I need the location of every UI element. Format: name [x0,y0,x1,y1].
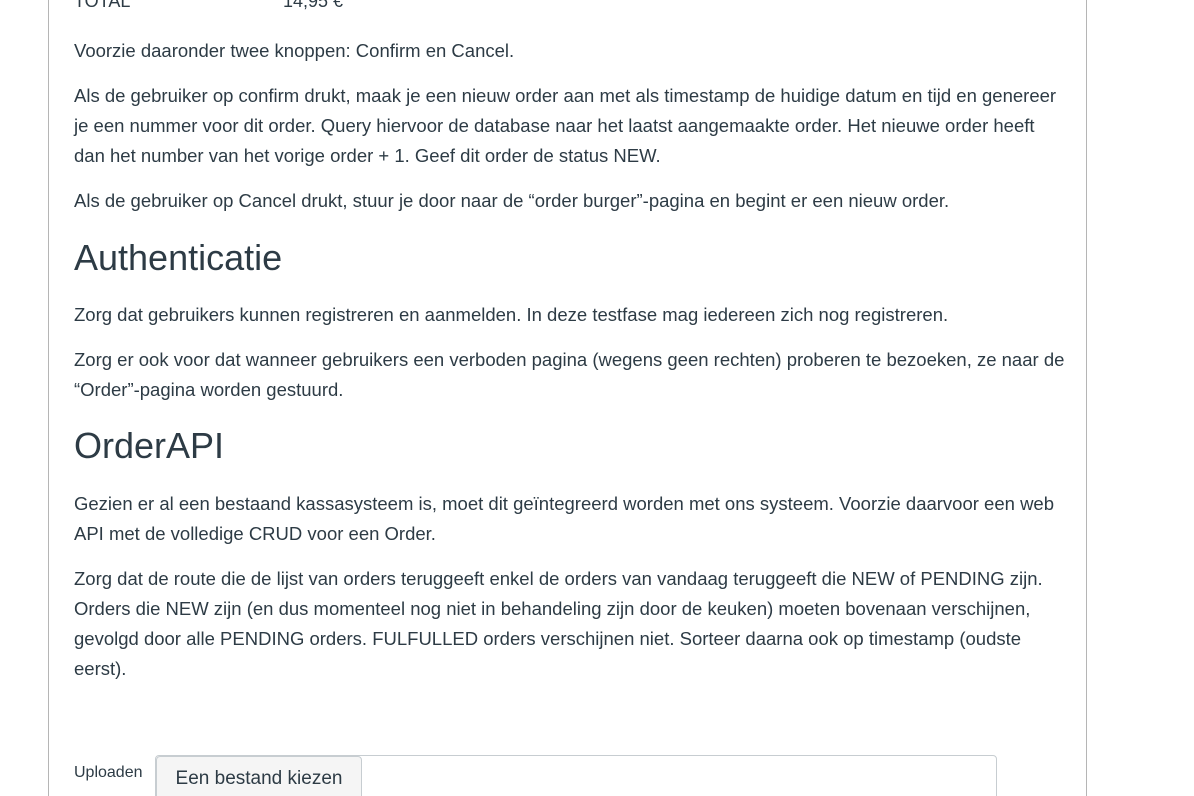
paragraph-cancel: Als de gebruiker op Cancel drukt, stuur … [74,190,950,211]
heading-authenticatie: Authenticatie [74,237,283,278]
upload-row: Uploaden Een bestand kiezen [74,755,1004,796]
paragraph-confirm: Als de gebruiker op confirm drukt, maak … [74,85,1057,166]
choose-file-button[interactable]: Een bestand kiezen [156,756,362,796]
paragraph-api-route: Zorg dat de route die de lijst van order… [74,568,1043,679]
order-total-row: TOTAL 14,95 € [74,0,674,16]
paragraph-auth-redirect: Zorg er ook voor dat wanneer gebruikers … [74,349,1065,400]
heading-orderapi: OrderAPI [74,425,225,466]
paragraph-buttons: Voorzie daaronder twee knoppen: Confirm … [74,40,515,61]
paragraph-api-crud: Gezien er al een bestaand kassasysteem i… [74,493,1055,544]
paragraph-auth-register: Zorg dat gebruikers kunnen registreren e… [74,304,949,325]
total-label: TOTAL [74,0,131,11]
upload-label: Uploaden [74,764,143,781]
file-input[interactable]: Een bestand kiezen [155,755,997,796]
total-value: 14,95 € [283,0,344,11]
